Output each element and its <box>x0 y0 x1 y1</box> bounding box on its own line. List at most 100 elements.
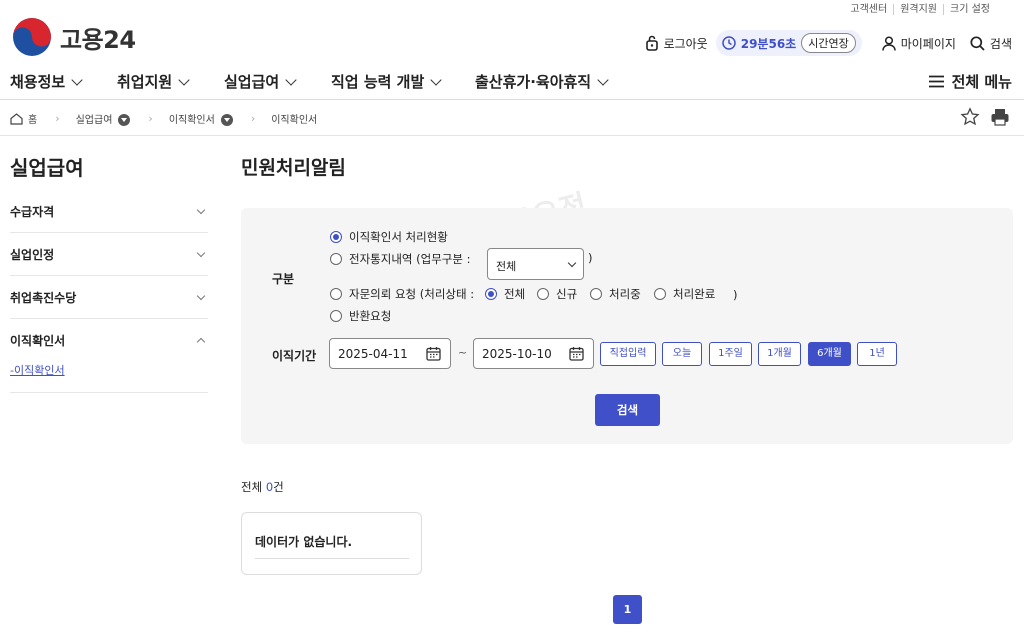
period-label: 이직기간 <box>272 349 317 363</box>
mypage-label: 마이페이지 <box>900 36 956 51</box>
radio-advisory-request[interactable]: 자문의뢰 요청 (처리상태 : <box>330 286 474 302</box>
star-icon[interactable] <box>960 107 980 127</box>
header-utilities: 로그아웃 29분56초 시간연장 마이페이지 검색 <box>645 30 1012 56</box>
breadcrumb-level2-label: 이직확인서 <box>168 115 215 126</box>
status-radio-all[interactable]: 전체 <box>485 286 525 302</box>
search-icon <box>970 35 985 51</box>
category-label: 구분 <box>272 272 295 286</box>
font-size-setting-link[interactable]: 크기 설정 <box>943 4 996 15</box>
date-to-input[interactable]: 2025-10-10 <box>473 338 594 369</box>
print-icon[interactable] <box>990 107 1010 127</box>
radio-electronic-notice[interactable]: 전자통지내역 (업무구분 : <box>330 251 470 267</box>
timer-value: 29분56초 <box>740 36 797 51</box>
radio-unchecked <box>537 288 549 300</box>
all-menu-button[interactable]: 전체 메뉴 <box>928 71 1012 92</box>
search-label: 검색 <box>989 36 1012 51</box>
status-radio-processing[interactable]: 처리중 <box>590 286 641 302</box>
sidebar-subitem-separation-certificate[interactable]: -이직확인서 <box>10 362 208 393</box>
pagination-page-1[interactable]: 1 <box>613 595 642 624</box>
chevron-up-icon <box>196 337 206 347</box>
chevron-down-icon <box>71 73 83 86</box>
nav-item-job-skills[interactable]: 직업 능력 개발 <box>331 71 442 92</box>
radio-unchecked <box>330 288 342 300</box>
status-radio-completed[interactable]: 처리완료 <box>654 286 715 302</box>
sidebar-item-eligibility[interactable]: 수급자격 <box>10 190 208 233</box>
nav-item-jobs[interactable]: 채용정보 <box>10 71 83 92</box>
customer-center-link[interactable]: 고객센터 <box>844 4 893 15</box>
date-range-separator: ~ <box>458 346 468 359</box>
mypage-link[interactable]: 마이페이지 <box>881 35 956 52</box>
radio-return-request[interactable]: 반환요청 <box>330 308 391 324</box>
breadcrumb: 홈 › 실업급여 › 이직확인서 › 이직확인서 <box>0 101 1024 136</box>
radio-unchecked <box>654 288 666 300</box>
period-button-today[interactable]: 오늘 <box>662 342 702 366</box>
site-logo[interactable]: 고용24 <box>12 17 136 57</box>
sidebar-menu: 수급자격 실업인정 취업촉진수당 이직확인서 -이직확인서 <box>10 190 208 393</box>
nav-label: 실업급여 <box>224 73 280 91</box>
select-value: 전체 <box>496 260 517 273</box>
period-button-1year[interactable]: 1년 <box>857 342 897 366</box>
chevron-right-icon: › <box>148 112 153 125</box>
utility-links: 고객센터 원격지원 크기 설정 <box>844 4 996 15</box>
sidebar-item-label: 실업인정 <box>10 247 55 262</box>
chevron-right-icon: › <box>250 112 256 125</box>
divider <box>255 558 409 559</box>
sidebar-item-separation-certificate[interactable]: 이직확인서 <box>10 319 208 362</box>
session-timer: 29분56초 시간연장 <box>715 30 862 56</box>
radio-label: 반환요청 <box>349 309 392 323</box>
period-button-6months[interactable]: 6개월 <box>808 342 851 366</box>
status-radio-new[interactable]: 신규 <box>537 286 577 302</box>
chevron-down-icon <box>430 73 442 86</box>
total-count: 전체 0건 <box>241 479 284 495</box>
nav-item-parental-leave[interactable]: 출산휴가·육아휴직 <box>475 71 609 92</box>
hamburger-icon <box>928 75 944 88</box>
breadcrumb-home-label: 홈 <box>28 115 38 126</box>
nav-item-employment-support[interactable]: 취업지원 <box>117 71 190 92</box>
remote-support-link[interactable]: 원격지원 <box>893 4 943 15</box>
empty-message: 데이터가 없습니다. <box>255 535 353 549</box>
user-icon <box>881 35 896 51</box>
period-button-1month[interactable]: 1개월 <box>758 342 801 366</box>
period-button-1week[interactable]: 1주일 <box>709 342 752 366</box>
search-button[interactable]: 검색 <box>595 394 660 426</box>
breadcrumb-level2[interactable]: 이직확인서 <box>169 111 233 126</box>
radio-label: 신규 <box>556 287 578 301</box>
breadcrumb-home[interactable]: 홈 <box>10 111 37 126</box>
lock-icon <box>645 35 658 51</box>
nav-label: 직업 능력 개발 <box>331 73 425 91</box>
logout-label: 로그아웃 <box>663 36 708 51</box>
radio-checked <box>485 288 497 300</box>
page-title: 민원처리알림 <box>241 157 346 179</box>
sidebar-item-label: 수급자격 <box>10 204 55 219</box>
sidebar-item-certification[interactable]: 실업인정 <box>10 233 208 276</box>
chevron-down-icon <box>196 291 206 300</box>
nav-item-unemployment-benefit[interactable]: 실업급여 <box>224 71 297 92</box>
header-search-button[interactable]: 검색 <box>970 35 1012 52</box>
paren-close: ) <box>588 251 593 265</box>
chevron-down-icon <box>597 73 609 86</box>
logout-button[interactable]: 로그아웃 <box>645 35 708 52</box>
business-type-select[interactable]: 전체 <box>487 248 584 280</box>
breadcrumb-current: 이직확인서 <box>271 115 318 126</box>
calendar-icon[interactable] <box>426 346 441 361</box>
radio-separation-status[interactable]: 이직확인서 처리현황 <box>330 229 448 245</box>
breadcrumb-level1[interactable]: 실업급여 <box>76 111 131 126</box>
nav-label: 취업지원 <box>117 73 173 91</box>
extend-session-button[interactable]: 시간연장 <box>801 33 856 53</box>
radio-label: 자문의뢰 요청 (처리상태 : <box>349 287 475 301</box>
paren-close: ) <box>733 288 738 302</box>
home-icon <box>10 112 23 125</box>
radio-label: 처리중 <box>609 287 641 301</box>
radio-label: 전자통지내역 (업무구분 : <box>349 252 471 266</box>
radio-unchecked <box>330 310 342 322</box>
taegeuk-logo-icon <box>13 18 51 56</box>
chevron-down-icon <box>196 205 206 214</box>
calendar-icon[interactable] <box>569 346 584 361</box>
sidebar-item-label: 이직확인서 <box>10 334 66 348</box>
total-suffix: 건 <box>273 480 284 494</box>
period-button-custom[interactable]: 직접입력 <box>600 342 656 366</box>
main-navigation: 채용정보 취업지원 실업급여 직업 능력 개발 출산휴가·육아휴직 전체 메뉴 <box>0 64 1024 100</box>
date-from-input[interactable]: 2025-04-11 <box>329 338 451 369</box>
sidebar-item-label: 취업촉진수당 <box>10 290 77 305</box>
sidebar-item-reemployment-allowance[interactable]: 취업촉진수당 <box>10 276 208 319</box>
